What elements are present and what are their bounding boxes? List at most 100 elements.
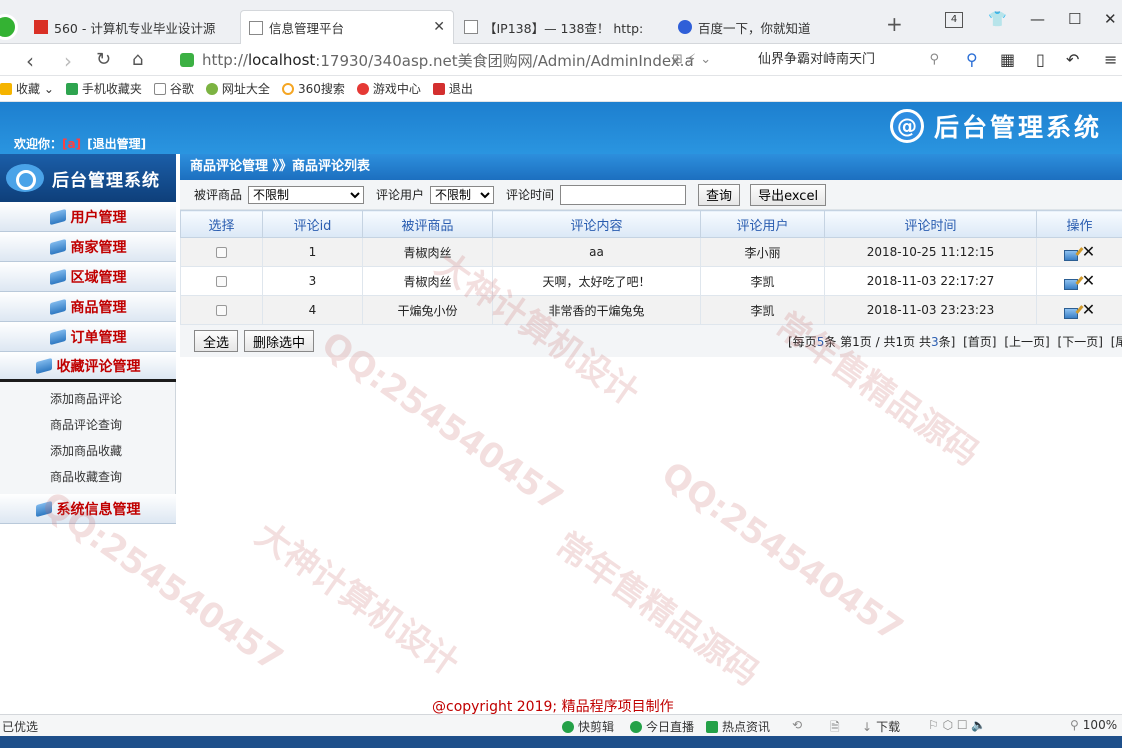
pager-text: 条 第 [824, 335, 853, 349]
tab-label: 【IP138】— 138查！ http: [484, 20, 644, 36]
submenu-query-comment[interactable]: 商品评论查询 [0, 412, 175, 438]
forward-icon[interactable]: › [64, 49, 72, 73]
pager-current: 1 [852, 335, 860, 349]
cell-user: 李凯 [700, 266, 825, 296]
submenu-add-favorite[interactable]: 添加商品收藏 [0, 438, 175, 464]
bookmark-sites[interactable]: 网址大全 [205, 80, 270, 97]
query-button[interactable]: 查询 [698, 183, 741, 206]
brand: @ 后台管理系统 [889, 108, 1102, 144]
status-news[interactable]: 热点资讯 [706, 718, 770, 735]
sidebar-item-favorites-comments[interactable]: 收藏评论管理 [0, 352, 176, 382]
status-tools[interactable]: ⚐ ⬡ ☐ 🔈 [928, 718, 986, 732]
sidebar-item-users[interactable]: 用户管理 [0, 202, 176, 232]
user-filter-select[interactable]: 不限制 [430, 185, 495, 204]
new-tab-icon[interactable]: + [886, 12, 903, 36]
search-icon[interactable]: ⚲ [929, 48, 939, 72]
menu-arrow-icon [49, 298, 66, 315]
row-checkbox[interactable] [216, 305, 227, 316]
back-icon[interactable]: ‹ [26, 49, 34, 73]
product-filter-select[interactable]: 不限制 [248, 185, 365, 204]
maximize-icon[interactable]: ☐ [1068, 10, 1081, 28]
watermark: 大神计算机设计 [248, 514, 466, 685]
sidebar-item-system[interactable]: 系统信息管理 [0, 494, 176, 524]
close-tab-icon[interactable]: ✕ [433, 19, 445, 35]
admin-header: 欢迎你：[a] [退出管理] @ 后台管理系统 [0, 102, 1122, 154]
status-quick-edit[interactable]: 快剪辑 [562, 718, 614, 735]
sidebar-item-orders[interactable]: 订单管理 [0, 322, 176, 352]
delete-selected-button[interactable]: 删除选中 [244, 330, 315, 352]
tab-3[interactable]: 【IP138】— 138查！ http: [456, 10, 668, 44]
search-input[interactable]: 仙界争霸对峙南天门 ⚲ [750, 48, 945, 72]
menu-icon[interactable]: ≡ [1104, 50, 1117, 69]
sidebar-item-regions[interactable]: 区域管理 [0, 262, 176, 292]
first-page-link[interactable]: [首页] [963, 335, 996, 349]
home-icon[interactable]: ⌂ [132, 49, 143, 70]
skin-icon[interactable]: 👕 [988, 10, 1007, 28]
url-field[interactable]: http://localhost:17930/340asp.net美食团购网/A… [180, 47, 740, 73]
menu-arrow-icon [49, 208, 66, 225]
sidebar-item-products[interactable]: 商品管理 [0, 292, 176, 322]
undo-icon[interactable]: ↶ [1066, 50, 1079, 69]
delete-icon[interactable]: ✕ [1082, 302, 1095, 318]
minimize-icon[interactable]: — [1030, 10, 1045, 28]
bookmark-games[interactable]: 游戏中心 [356, 80, 421, 97]
status-item-label: 快剪辑 [578, 720, 615, 734]
row-checkbox[interactable] [216, 276, 227, 287]
next-page-link[interactable]: [下一页] [1058, 335, 1103, 349]
star-icon [0, 82, 12, 95]
sidebar-item-merchants[interactable]: 商家管理 [0, 232, 176, 262]
row-checkbox[interactable] [216, 247, 227, 258]
edit-icon[interactable] [1063, 307, 1078, 319]
delete-icon[interactable]: ✕ [1082, 244, 1095, 260]
find-icon[interactable]: ⚲ [966, 50, 978, 69]
refresh-icon[interactable]: ↻ [96, 49, 111, 70]
cell-id: 3 [262, 266, 363, 296]
delete-icon[interactable]: ✕ [1082, 273, 1095, 289]
table-row: 4 干煸兔小份 非常香的干煸兔兔 李凯 2018-11-03 23:23:23 … [180, 295, 1122, 325]
sidebar-title: 后台管理系统 [52, 170, 160, 191]
bookmark-mobile[interactable]: 手机收藏夹 [65, 80, 142, 97]
menu-arrow-icon [35, 500, 52, 517]
bookmark-360search[interactable]: 360搜索 [281, 80, 345, 97]
edit-icon[interactable] [1063, 278, 1078, 290]
sidebar-item-label: 用户管理 [70, 209, 127, 226]
last-page-link[interactable]: [尾页] [1111, 335, 1122, 349]
tab-2[interactable]: 信息管理平台 ✕ [240, 10, 454, 44]
zoom-level[interactable]: ⚲ 100% [1070, 718, 1117, 732]
tab-4[interactable]: 百度一下，你就知道 [670, 10, 875, 44]
edit-icon[interactable] [1063, 249, 1078, 261]
bookmark-exit[interactable]: 退出 [432, 80, 473, 97]
bookmark-google[interactable]: 谷歌 [153, 80, 194, 97]
status-download[interactable]: ↓ 下载 [862, 718, 900, 735]
sidebar-submenu: 添加商品评论 商品评论查询 添加商品收藏 商品收藏查询 [0, 382, 176, 494]
column-header-user: 评论用户 [700, 210, 825, 238]
close-window-icon[interactable]: ✕ [1104, 10, 1117, 28]
main-content: 商品评论管理 》》商品评论列表 被评商品 不限制 评论用户 不限制 评论时间 查… [180, 154, 1122, 357]
cell-content: aa [492, 237, 701, 267]
cell-product: 青椒肉丝 [362, 266, 493, 296]
submenu-add-comment[interactable]: 添加商品评论 [0, 386, 175, 412]
welcome-text: 欢迎你：[a] [退出管理] [14, 135, 146, 152]
qr-lightning-icons[interactable]: ⊞ ⚡ ⌄ [672, 52, 711, 67]
column-header-time: 评论时间 [824, 210, 1037, 238]
time-filter-input[interactable] [560, 184, 687, 205]
status-live[interactable]: 今日直播 [630, 718, 694, 735]
table-row: 1 青椒肉丝 aa 李小丽 2018-10-25 11:12:15 ✕ [180, 237, 1122, 267]
cell-content: 非常香的干煸兔兔 [492, 295, 701, 325]
export-excel-button[interactable]: 导出excel [750, 183, 827, 206]
bookmark-favorites[interactable]: 收藏 ⌄ [0, 80, 54, 97]
submenu-query-favorite[interactable]: 商品收藏查询 [0, 464, 175, 490]
logout-link[interactable]: [退出管理] [87, 137, 146, 151]
pager-text: [每页 [788, 335, 817, 349]
apps-grid-icon[interactable]: ▦ [1000, 50, 1015, 69]
status-item-label: 下载 [876, 720, 901, 734]
phone-icon [65, 82, 78, 95]
status-tools[interactable]: ⟲ [792, 718, 802, 732]
select-all-button[interactable]: 全选 [194, 330, 239, 352]
tab-1[interactable]: 560 - 计算机专业毕业设计源 [26, 10, 238, 44]
tab-count-badge[interactable]: 4 [945, 12, 963, 28]
status-item-label: 100% [1082, 718, 1118, 732]
time-filter-label: 评论时间 [506, 188, 555, 202]
phone-icon[interactable]: ▯ [1036, 50, 1045, 69]
prev-page-link[interactable]: [上一页] [1004, 335, 1049, 349]
